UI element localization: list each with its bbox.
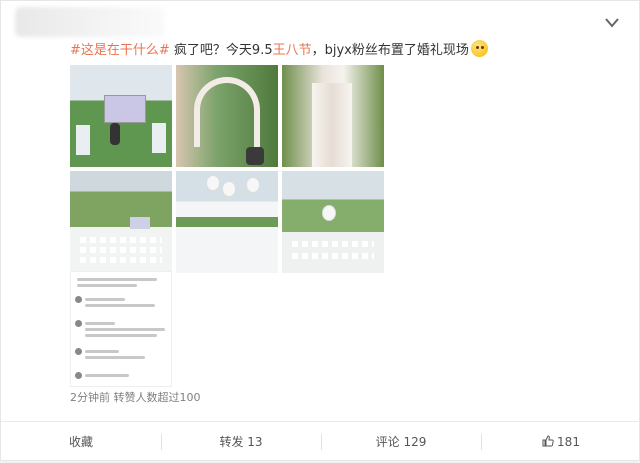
repost-label: 转发 13	[219, 434, 263, 449]
person-shape	[246, 147, 264, 165]
thumbs-up-icon	[542, 434, 554, 446]
action-bar: 收藏 转发 13 评论 129 181	[1, 421, 640, 462]
repost-button[interactable]: 转发 13	[161, 422, 321, 463]
text-line	[77, 284, 137, 287]
text-line	[85, 374, 129, 377]
text-line	[77, 278, 157, 281]
post-meta: 2分钟前 转赞人数超过100	[70, 389, 201, 405]
chair-shape	[76, 125, 90, 155]
avatar	[75, 348, 82, 355]
comment-label: 评论 129	[375, 434, 427, 449]
chairs-row	[292, 253, 374, 259]
like-count: 181	[557, 434, 580, 449]
chevron-down-icon[interactable]	[603, 16, 621, 30]
balloon-shape	[246, 177, 260, 193]
chairs-row	[292, 241, 374, 247]
photo-aerial-chairs[interactable]	[70, 171, 172, 273]
text-line	[85, 298, 125, 301]
chair-shape	[152, 123, 166, 153]
weibo-post-card: #这是在干什么# 疯了吧？今天9.5王八节，bjyx粉丝布置了婚礼现场 2分钟前…	[0, 0, 640, 461]
photo-lawn-screen[interactable]	[70, 65, 172, 167]
screen-shape	[104, 95, 146, 123]
curtain-shape	[312, 83, 352, 167]
balloon-shape	[322, 205, 336, 221]
post-time[interactable]: 2分钟前	[70, 391, 110, 404]
screen-shape	[130, 217, 150, 229]
text-line	[85, 328, 165, 331]
highlighted-name[interactable]: 王八节	[273, 43, 312, 58]
confused-face-icon	[470, 40, 488, 57]
person-shape	[110, 123, 120, 145]
blurred-author-header	[15, 7, 165, 37]
post-text: #这是在干什么# 疯了吧？今天9.5王八节，bjyx粉丝布置了婚礼现场	[70, 40, 610, 60]
balloon-shape	[206, 175, 220, 191]
favorite-label: 收藏	[68, 434, 93, 449]
post-text-part: 疯了吧？今天9.5	[169, 43, 273, 58]
repost-summary: 转赞人数超过100	[113, 391, 201, 404]
chat-screenshot-image[interactable]	[70, 271, 172, 387]
comment-button[interactable]: 评论 129	[321, 422, 481, 463]
arch-shape	[194, 77, 260, 147]
photo-white-curtain-arch[interactable]	[282, 65, 384, 167]
avatar	[75, 320, 82, 327]
text-line	[85, 304, 155, 307]
text-line	[85, 334, 157, 337]
text-line	[85, 322, 115, 325]
photo-ceremony-seating[interactable]	[282, 171, 384, 273]
topic-link[interactable]: #这是在干什么#	[70, 43, 170, 58]
text-line	[85, 350, 119, 353]
like-button[interactable]: 181	[481, 422, 640, 463]
balloon-shape	[222, 181, 236, 197]
favorite-button[interactable]: 收藏	[1, 422, 161, 463]
avatar	[75, 372, 82, 379]
text-line	[85, 356, 145, 359]
chairs-row	[80, 247, 162, 253]
photo-flower-arch[interactable]	[176, 65, 278, 167]
chairs-row	[80, 237, 162, 243]
chairs-row	[80, 257, 162, 263]
hedge-shape	[176, 217, 278, 227]
post-text-part: ，bjyx粉丝布置了婚礼现场	[311, 43, 469, 58]
photo-balloons-chairs[interactable]	[176, 171, 278, 273]
avatar	[75, 296, 82, 303]
